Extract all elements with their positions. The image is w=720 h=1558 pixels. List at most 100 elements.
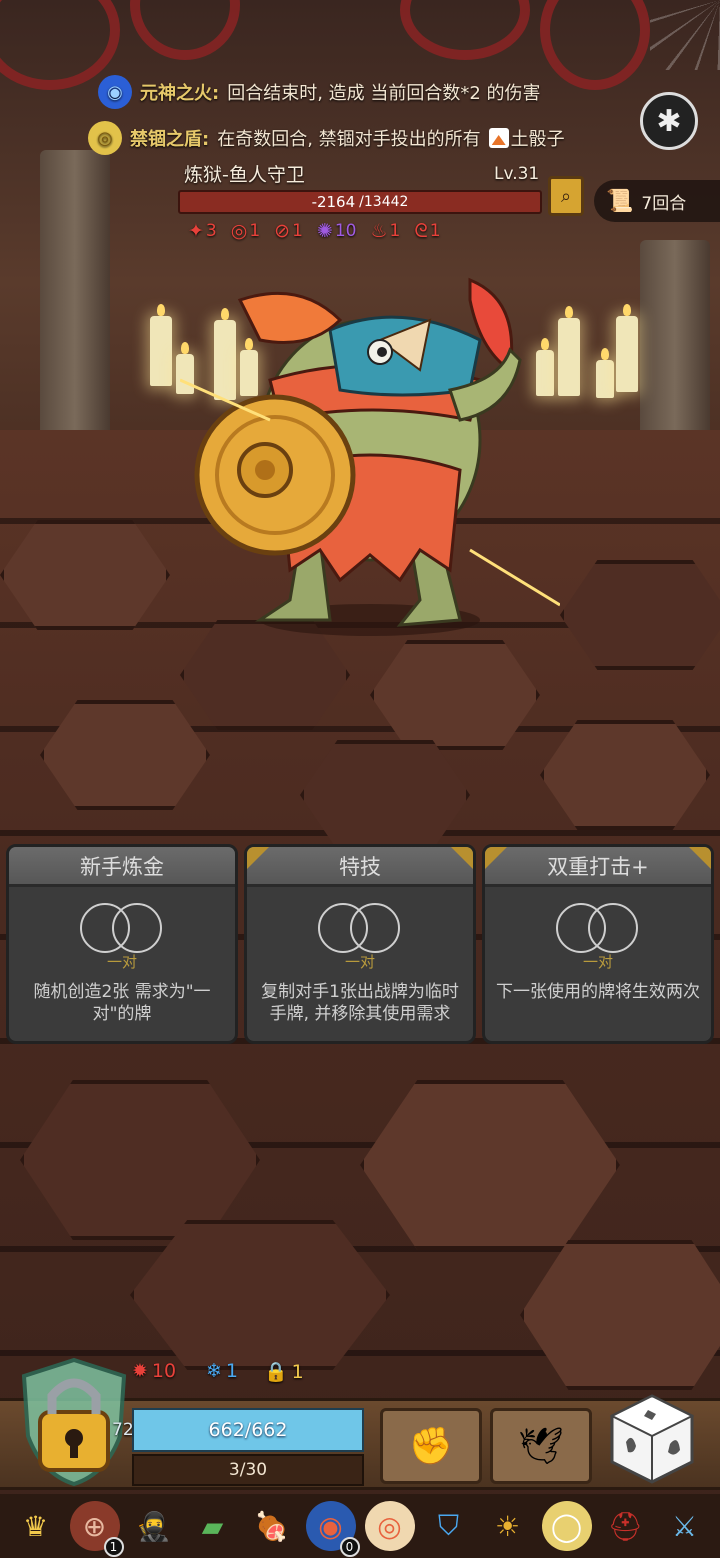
enemy-status-poison[interactable]: ✺ 10 [317,220,357,242]
status-value: 1 [249,221,261,241]
rage-icon: ♨ [370,220,388,242]
scroll-icon: 📜 [606,188,634,214]
passive-text: 在奇数回合, 禁锢对手投出的所有 [217,129,481,150]
relic-tribal-mask[interactable]: ☀ [483,1501,533,1551]
relic-mirror[interactable]: ◯ [541,1501,592,1551]
relic-green-card[interactable]: ▰ [188,1501,238,1551]
red-hood-icon: ⛑ [607,1509,644,1543]
status-value: 1 [292,221,303,241]
passive-spirit-fire[interactable]: ◉ 元神之火: 回合结束时, 造成 当前回合数*2 的伤害 [98,72,541,112]
enemy-hp-change: -2164 [311,193,356,211]
crown-icon: ♛ [22,1509,49,1543]
mirror-icon: ◯ [550,1509,583,1543]
player-hp-bar: 662/662 [132,1408,364,1452]
relic-ninja[interactable]: 🥷 [129,1501,179,1551]
passive-text: 回合结束时, 造成 当前回合数*2 的伤害 [227,83,541,104]
enemy-status-list: ✦ 3 ◎ 1 ⊘ 1 ✺ 10 ♨ 1 ᘓ1 [188,220,441,242]
spiked-fist-icon: ✊ [408,1426,454,1467]
pie-icon: ◉ [318,1509,343,1543]
card-stunt[interactable]: 特技 一对 复制对手1张出战牌为临时手牌, 并移除其使用需求 [244,844,476,1044]
enemy-hp-max: /13442 [359,194,409,210]
enemy-status-spiral[interactable]: ◎ 1 [231,220,260,242]
status-value: 1 [291,1360,304,1383]
stone-pillar [640,240,710,460]
status-value: 1 [389,221,401,241]
relic-crown[interactable]: ♛ [11,1501,61,1551]
tentacle-icon: ᘓ [414,220,428,242]
ninja-icon: 🥷 [136,1509,171,1543]
candle [616,304,638,392]
card-title: 特技 [247,847,473,887]
card-requirement: 一对 [582,953,613,971]
pair-requirement-icon [318,903,402,953]
relic-button[interactable]: ⊕ 1 [69,1501,124,1557]
card-requirement: 一对 [106,953,137,971]
player-hp: 662/662 [208,1419,288,1441]
player-status-burn[interactable]: ✹ 10 [132,1360,176,1382]
fishman-guard-enemy[interactable] [180,240,560,640]
card-description: 复制对手1张出战牌为临时手牌, 并移除其使用需求 [261,982,459,1024]
tribal-mask-icon: ☀ [494,1509,521,1543]
burn-icon: ✦ [188,220,204,242]
passive-name: 元神之火: [140,83,220,104]
lock-icon: 🔒 [264,1361,288,1383]
relic-red-hood[interactable]: ⛑ [601,1501,651,1551]
enemy-status-slash[interactable]: ⊘ 1 [274,220,303,242]
candle [558,306,580,396]
status-value: 10 [334,221,357,241]
earth-dice-label: 土骰子 [510,129,565,150]
spiral-icon: ◎ [230,220,248,242]
skill-bird-button[interactable]: 🕊 [490,1408,592,1484]
enemy-level: Lv.31 [494,164,540,184]
green-card-icon: ▰ [201,1509,224,1543]
card-novice-alchemy[interactable]: 新手炼金 一对 随机创造2张 需求为"一对"的牌 [6,844,238,1044]
status-value: 1 [225,1360,239,1382]
poison-splat-icon: ✺ [316,220,333,242]
card-title: 新手炼金 [9,847,235,887]
slash-icon: ⊘ [274,220,291,242]
settings-spider-icon[interactable]: ✱ [640,92,698,150]
enemy-intent-icon[interactable]: ⌕ [548,176,584,216]
seal-shield-icon: ◎ [88,121,122,155]
relic-donut[interactable]: ◎ [364,1501,415,1551]
skill-fist-button[interactable]: ✊ [380,1408,482,1484]
earth-dice-icon [488,128,509,148]
relic-meat[interactable]: 🍖 [247,1501,297,1551]
crystal-shield-icon: ⛉ [437,1509,459,1542]
enemy-status-rage[interactable]: ♨ 1 [370,220,400,242]
card-double-strike[interactable]: 双重打击+ 一对 下一张使用的牌将生效两次 [482,844,714,1044]
burn-gear-icon: ✹ [132,1360,148,1382]
spirit-fire-icon: ◉ [98,75,132,109]
round-label: 7回合 [641,193,687,214]
candle [150,304,172,386]
spider-web [650,0,720,70]
card-title: 双重打击+ [485,847,711,887]
card-description: 下一张使用的牌将生效两次 [496,982,700,1002]
pair-requirement-icon [80,903,164,953]
meat-icon: 🍖 [254,1509,289,1543]
relic-crystal-shield[interactable]: ⛉ [424,1501,474,1551]
snowflake-icon: ❄ [206,1360,222,1382]
player-status-lock[interactable]: 🔒 1 [264,1360,304,1384]
donut-icon: ◎ [377,1509,402,1543]
battle-screen: ◉ 元神之火: 回合结束时, 造成 当前回合数*2 的伤害 ◎ 禁锢之盾: 在奇… [0,0,720,1558]
roll-dice-button[interactable] [608,1392,696,1484]
round-counter: 📜 7回合 [594,180,720,222]
enemy-status-burn[interactable]: ✦ 3 [188,220,217,242]
enemy-name: 炼狱-鱼人守卫 [184,164,305,186]
relic-badge: 0 [339,1537,360,1557]
relic-bar: ♛ ⊕ 1 🥷 ▰ 🍖 ◉ 0 ◎ ⛉ ☀ ◯ ⛑ ⚔ [0,1494,720,1558]
relic-pie[interactable]: ◉ 0 [305,1501,360,1557]
player-status-freeze[interactable]: ❄ 1 [206,1360,238,1382]
status-value: 1 [429,221,441,241]
player-energy-bar: 3/30 [132,1454,364,1486]
relic-ice-sword[interactable]: ⚔ [660,1501,710,1551]
player-energy: 3/30 [228,1460,268,1480]
stone-pillar [40,150,110,470]
enemy-status-tentacle[interactable]: ᘓ1 [414,220,440,242]
player-shield-value: 72 [112,1420,134,1440]
passive-seal-shield[interactable]: ◎ 禁锢之盾: 在奇数回合, 禁锢对手投出的所有 土骰子 [88,118,565,158]
status-value: 3 [205,221,217,241]
bird-strike-icon: 🕊 [518,1426,564,1467]
passive-name: 禁锢之盾: [130,129,210,150]
